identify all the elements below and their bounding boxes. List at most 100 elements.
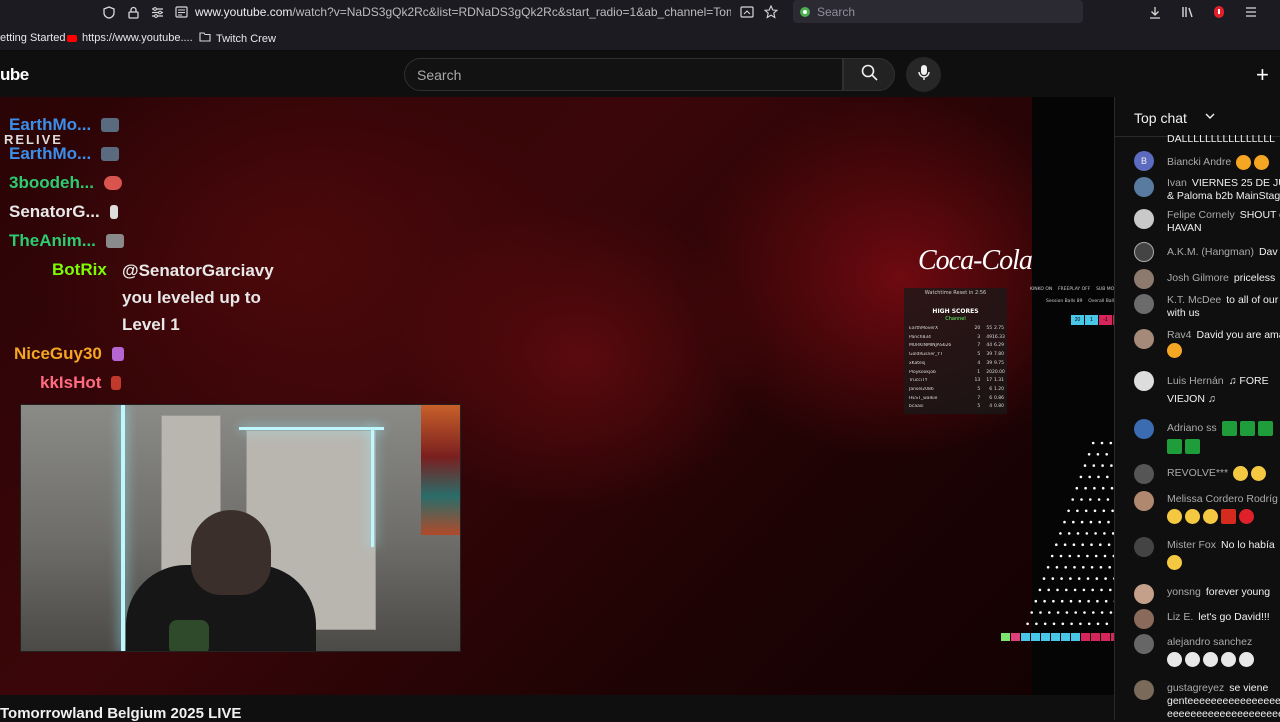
peg bbox=[1109, 441, 1113, 445]
chat-author[interactable]: Biancki Andre bbox=[1167, 156, 1231, 168]
board-row: Jansel2086 5 6 1.20 bbox=[909, 387, 1004, 394]
chat-text: Dav bbox=[1258, 246, 1278, 258]
overlay-chat-line: kkIsHot bbox=[40, 370, 122, 396]
overlay-username: 3boodeh... bbox=[9, 173, 94, 192]
chat-text: HAVAN bbox=[1167, 222, 1202, 234]
peg bbox=[1056, 588, 1059, 592]
bookmark-star-icon[interactable] bbox=[762, 3, 780, 21]
chat-author[interactable]: Felipe Cornely bbox=[1167, 209, 1235, 221]
screenshot-icon[interactable] bbox=[738, 3, 756, 21]
multiplier-pill: 1 bbox=[1085, 315, 1098, 325]
avatar[interactable] bbox=[1134, 419, 1154, 439]
bookmark-youtube[interactable]: https://www.youtube.... bbox=[67, 32, 193, 44]
peg bbox=[1050, 554, 1054, 558]
download-icon[interactable] bbox=[1146, 3, 1164, 21]
avatar[interactable] bbox=[1134, 294, 1154, 314]
youtube-logo[interactable]: ube bbox=[0, 65, 29, 85]
peg bbox=[1073, 566, 1076, 569]
voice-search-button[interactable] bbox=[906, 57, 941, 92]
youtube-search-button[interactable] bbox=[843, 58, 895, 91]
chat-author[interactable]: alejandro sanchez bbox=[1167, 636, 1252, 648]
avatar[interactable] bbox=[1134, 329, 1154, 349]
peg bbox=[1056, 611, 1060, 614]
peg bbox=[1099, 543, 1102, 546]
chat-text: & Paloma b2b MainStag bbox=[1167, 190, 1280, 202]
chat-author[interactable]: Josh Gilmore bbox=[1167, 272, 1229, 284]
peg bbox=[1055, 543, 1058, 546]
led-strip bbox=[239, 427, 384, 430]
heart-face-emoji-icon bbox=[1167, 343, 1182, 358]
chat-author[interactable]: Mister Fox bbox=[1167, 539, 1216, 551]
menu-icon[interactable] bbox=[1242, 3, 1260, 21]
avatar[interactable] bbox=[1134, 491, 1154, 511]
peg bbox=[1105, 453, 1108, 456]
player-stat: 7 bbox=[977, 343, 981, 349]
chat-author[interactable]: A.K.M. (Hangman) bbox=[1167, 246, 1254, 258]
lock-icon[interactable] bbox=[124, 3, 142, 21]
bookmark-twitch-crew[interactable]: Twitch Crew bbox=[199, 32, 276, 45]
overlay-username: kkIsHot bbox=[40, 373, 102, 392]
avatar[interactable] bbox=[1134, 371, 1154, 391]
player-name: EarthMoverX bbox=[909, 326, 939, 331]
peg bbox=[1080, 520, 1084, 524]
avatar[interactable] bbox=[1134, 537, 1154, 557]
chat-author[interactable]: Melissa Cordero Rodríg bbox=[1167, 493, 1278, 505]
browser-search-field[interactable]: Search bbox=[793, 0, 1083, 23]
chat-author[interactable]: yonsng bbox=[1167, 586, 1201, 598]
player-stat: 20.00 bbox=[992, 369, 1005, 375]
avatar[interactable] bbox=[1134, 209, 1154, 229]
avatar[interactable] bbox=[1134, 464, 1154, 484]
avatar[interactable] bbox=[1134, 609, 1154, 629]
chat-author[interactable]: gustagreyez bbox=[1167, 682, 1224, 694]
chat-author[interactable]: K.T. McDee bbox=[1167, 294, 1221, 306]
create-plus-icon[interactable]: + bbox=[1256, 62, 1269, 88]
chat-author[interactable]: Ivan bbox=[1167, 177, 1187, 189]
peg bbox=[1107, 543, 1111, 546]
peg bbox=[1106, 475, 1109, 479]
library-icon[interactable] bbox=[1178, 3, 1196, 21]
extension-red-icon[interactable] bbox=[1210, 3, 1228, 21]
peg bbox=[1082, 566, 1085, 569]
coca-cola-logo: Coca-Cola bbox=[918, 245, 1032, 276]
youtube-search-input[interactable]: Search bbox=[404, 58, 843, 91]
bookmark-getting-started[interactable]: etting Started bbox=[0, 32, 65, 44]
chat-author[interactable]: REVOLVE*** bbox=[1167, 467, 1228, 479]
peg bbox=[1060, 599, 1064, 603]
chat-text: to all of our bbox=[1226, 294, 1279, 306]
chat-author[interactable]: Luis Hernán bbox=[1167, 375, 1224, 387]
reader-icon[interactable] bbox=[172, 3, 190, 21]
peg bbox=[1090, 543, 1093, 546]
top-chat-dropdown[interactable]: Top chat bbox=[1134, 110, 1187, 126]
peg bbox=[1075, 486, 1079, 490]
permissions-icon[interactable] bbox=[148, 3, 166, 21]
peg bbox=[1042, 577, 1046, 580]
peg bbox=[1109, 588, 1112, 592]
plinko-bucket bbox=[1061, 633, 1070, 641]
avatar[interactable] bbox=[1134, 242, 1154, 262]
chat-author[interactable]: Adriano ss bbox=[1167, 422, 1217, 434]
chevron-down-icon[interactable] bbox=[1205, 113, 1215, 120]
peg bbox=[1086, 577, 1090, 580]
overlay-chat-line: SenatorG... bbox=[9, 199, 118, 225]
avatar[interactable] bbox=[1134, 584, 1154, 604]
chat-author[interactable]: Liz E. bbox=[1167, 611, 1193, 623]
avatar[interactable] bbox=[1134, 269, 1154, 289]
peg bbox=[1093, 486, 1096, 490]
avatar[interactable] bbox=[1134, 177, 1154, 197]
peg bbox=[1096, 453, 1100, 456]
overlay-chat-line: 3boodeh... bbox=[9, 170, 122, 196]
avatar[interactable] bbox=[1134, 634, 1154, 654]
peg bbox=[1094, 532, 1097, 535]
avatar[interactable] bbox=[1134, 680, 1154, 700]
peg bbox=[1098, 520, 1101, 524]
avatar[interactable]: B bbox=[1134, 151, 1154, 171]
peg bbox=[1048, 611, 1051, 614]
url-text[interactable]: www.youtube.com/watch?v=NaDS3gQk2Rc&list… bbox=[195, 5, 731, 19]
raised-hands-emoji-icon bbox=[1167, 509, 1182, 524]
chat-author[interactable]: Rav4 bbox=[1167, 329, 1192, 341]
peg bbox=[1047, 588, 1050, 592]
shield-icon[interactable] bbox=[100, 3, 118, 21]
peg bbox=[1076, 509, 1079, 513]
peg bbox=[1091, 588, 1094, 592]
peg bbox=[1039, 611, 1042, 614]
